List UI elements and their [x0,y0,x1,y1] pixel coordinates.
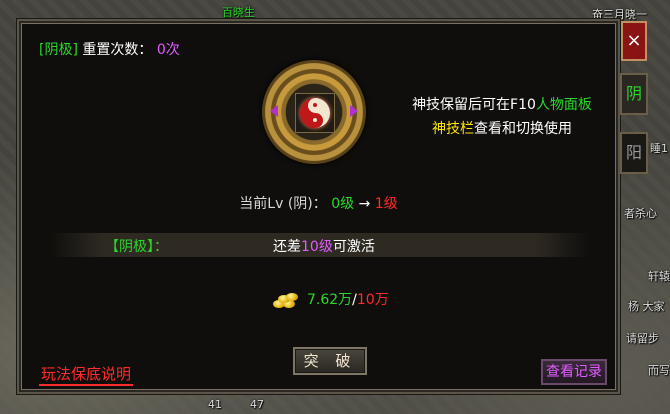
npc-name-right[interactable]: 轩辕 [648,268,670,284]
activation-band: 【阴极】： 还差10级可激活 [49,233,589,257]
activation-prefix: 还差 [273,239,301,255]
activation-text: 还差10级可激活 [273,236,375,256]
tab-yang[interactable]: 阳 [620,132,648,174]
level-label: 当前Lv (阴)： [239,196,327,212]
gold-coins-icon [271,291,299,309]
npc-name-right[interactable]: 请留步 [626,330,659,346]
cost-need: 10万 [356,292,389,308]
activation-tag: 【阴极】： [105,239,168,255]
level-row: 当前Lv (阴)： 0级 → 1级 [19,193,618,213]
skill-description: 神技保留后可在F10人物面板 神技栏查看和切换使用 [397,93,607,141]
npc-name-right[interactable]: 者杀心 [624,205,657,221]
npc-name-right[interactable]: 杨 大家 [628,298,665,314]
reset-label: 重置次数： [82,42,153,58]
medallion-center [295,93,335,133]
description-skill-bar: 神技栏 [432,121,474,137]
description-line1-prefix: 神技保留后可在F10 [412,97,536,113]
rules-link[interactable]: 玩法保底说明 [39,363,134,386]
reset-count: 0次 [156,42,180,58]
medallion-left-arrow-icon [270,105,278,117]
activation-suffix: 可激活 [332,239,375,255]
description-character-panel: 人物面板 [535,97,592,113]
level-current: 0级 [331,196,355,212]
level-next: 1级 [374,196,398,212]
view-records-button[interactable]: 查看记录 [541,359,607,385]
level-arrow-icon: → [358,196,371,212]
npc-name-right[interactable]: 睡1 [650,140,668,156]
tab-yin[interactable]: 阴 [620,73,648,115]
npc-name-top-left[interactable]: 百晓生 [222,4,255,20]
reset-tag: [阴极] [39,42,78,58]
skill-medallion[interactable] [262,60,366,164]
description-line2-suffix: 查看和切换使用 [474,121,572,137]
npc-name-right[interactable]: 而写 [648,362,670,378]
yin-yang-icon [300,98,330,128]
close-button[interactable]: × [621,21,647,61]
hotbar-count: 41 [208,398,222,411]
breakthrough-button[interactable]: 突 破 [293,347,367,375]
reset-count-row: [阴极] 重置次数： 0次 [39,39,180,59]
divine-skill-panel: [阴极] 重置次数： 0次 神技保留后可在F10人物面板 神技栏查看和切换使用 … [17,19,620,394]
cost-have: 7.62万 [307,292,353,308]
medallion-right-arrow-icon [350,105,358,117]
cost-row: 7.62万/10万 [271,289,389,309]
hotbar-count: 47 [250,398,264,411]
activation-value: 10级 [301,239,333,255]
